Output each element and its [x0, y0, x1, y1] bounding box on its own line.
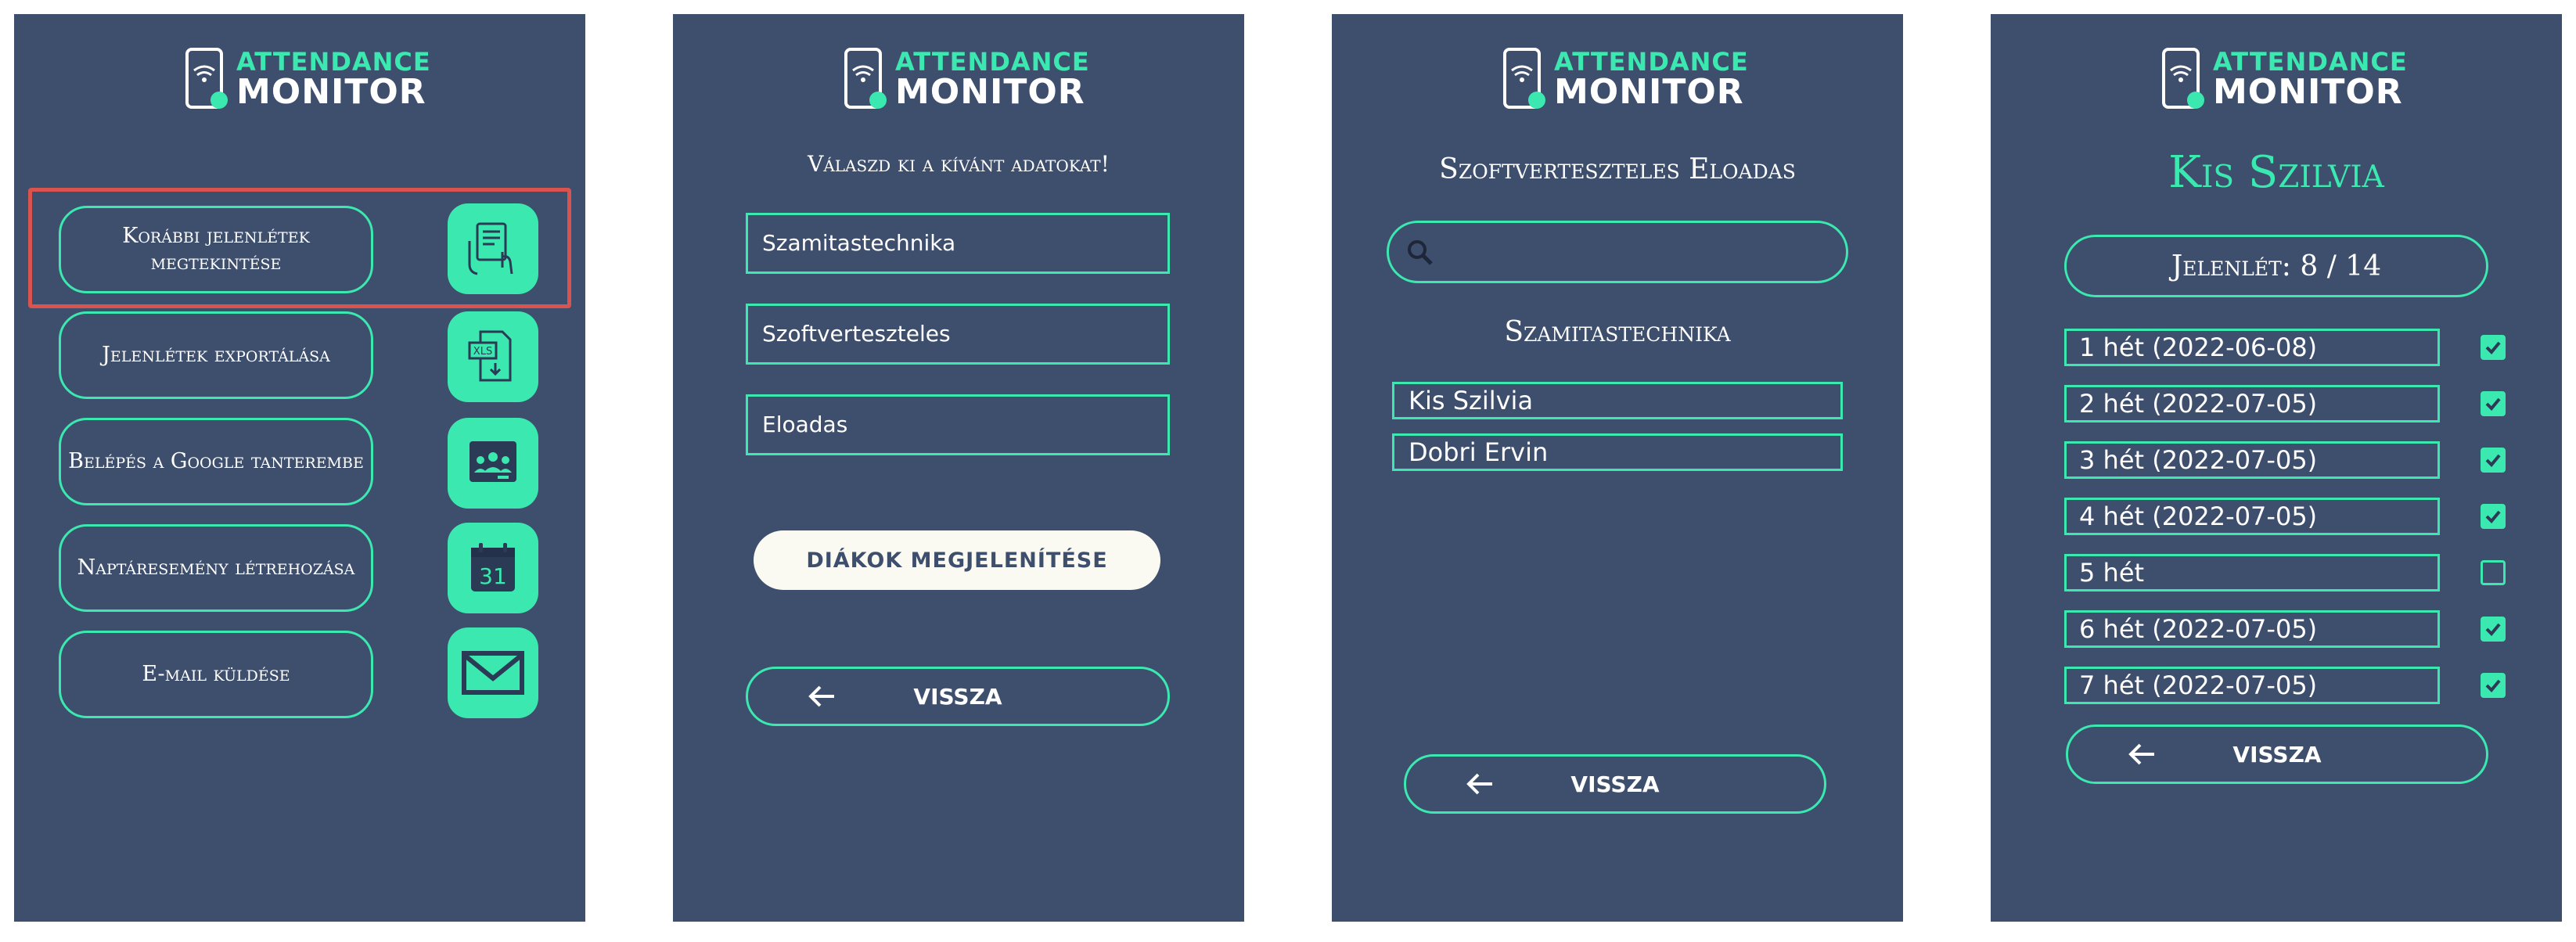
envelope-icon[interactable] [448, 627, 538, 718]
attendance-checkbox[interactable] [2481, 617, 2506, 642]
send-email-button[interactable]: E-mail küldése [59, 631, 373, 718]
app-logo: ATTENDANCE MONITOR [1332, 30, 1903, 112]
export-attendance-button[interactable]: Jelenlétek exportálása [59, 311, 373, 399]
logo-line-2: MONITOR [2213, 72, 2403, 112]
week-label: 2 hét (2022-07-05) [2064, 385, 2440, 422]
attendance-row: 7 hét (2022-07-05) [2064, 667, 2526, 704]
calendar-icon[interactable]: 31 [448, 523, 538, 613]
view-past-attendance-button[interactable]: Korábbi jelenlétek megtekintése [59, 206, 373, 293]
search-input[interactable] [1387, 221, 1848, 283]
arrow-left-icon [808, 685, 834, 707]
back-button[interactable]: VISSZA [746, 667, 1170, 726]
check-icon [2485, 341, 2501, 354]
course-title: Szoftverteszteles Eloadas [1439, 153, 1796, 185]
app-logo: ATTENDANCE MONITOR [14, 30, 585, 112]
attendance-row: 1 hét (2022-06-08) [2064, 329, 2526, 366]
back-button[interactable]: VISSZA [1404, 754, 1826, 814]
google-classroom-icon[interactable] [448, 418, 538, 509]
back-label: VISSZA [913, 683, 1002, 710]
check-icon [2485, 623, 2501, 636]
week-label: 5 hét [2064, 554, 2440, 591]
student-item[interactable]: Dobri Ervin [1392, 433, 1843, 471]
svg-text:31: 31 [479, 563, 507, 589]
logo-line-2: MONITOR [1554, 72, 1744, 112]
google-classroom-button[interactable]: Belépés a Google tanterembe [59, 418, 373, 505]
logo-line-2: MONITOR [895, 72, 1085, 112]
app-logo: ATTENDANCE MONITOR [1991, 30, 2562, 112]
attendance-checkbox[interactable] [2481, 335, 2506, 360]
phone-wifi-icon [1503, 48, 1545, 109]
back-label: VISSZA [2232, 741, 2322, 768]
phone-wifi-icon [844, 48, 887, 109]
student-name: Kis Szilvia [2168, 147, 2384, 198]
group-title: Szamitastechnika [1504, 316, 1731, 348]
arrow-left-icon [1466, 773, 1492, 795]
class-type-field[interactable]: Eloadas [746, 394, 1170, 455]
selection-prompt: Válaszd ki a kívánt adatokat! [808, 151, 1110, 177]
attendance-checkbox[interactable] [2481, 391, 2506, 416]
student-detail-screen: ATTENDANCE MONITOR Kis Szilvia Jelenlét:… [1991, 14, 2562, 922]
touch-document-icon[interactable] [448, 203, 538, 294]
logo-line-2: MONITOR [236, 72, 426, 112]
back-label: VISSZA [1570, 771, 1660, 797]
week-label: 1 hét (2022-06-08) [2064, 329, 2440, 366]
attendance-list[interactable]: 1 hét (2022-06-08) 2 hét (2022-07-05) 3 … [2064, 329, 2526, 704]
phone-wifi-icon [185, 48, 228, 109]
create-calendar-event-button[interactable]: Naptáresemény létrehozása [59, 524, 373, 612]
check-icon [2485, 510, 2501, 523]
back-button[interactable]: VISSZA [2066, 724, 2488, 784]
check-icon [2485, 454, 2501, 467]
attendance-checkbox[interactable] [2481, 560, 2506, 585]
attendance-row: 3 hét (2022-07-05) [2064, 441, 2526, 479]
attendance-checkbox[interactable] [2481, 504, 2506, 529]
attendance-row: 6 hét (2022-07-05) [2064, 610, 2526, 648]
arrow-left-icon [2128, 743, 2154, 765]
attendance-checkbox[interactable] [2481, 448, 2506, 473]
check-icon [2485, 679, 2501, 692]
attendance-checkbox[interactable] [2481, 673, 2506, 698]
week-label: 4 hét (2022-07-05) [2064, 498, 2440, 535]
check-icon [2485, 397, 2501, 411]
subject-field[interactable]: Szamitastechnika [746, 213, 1170, 274]
week-label: 7 hét (2022-07-05) [2064, 667, 2440, 704]
search-icon [1408, 240, 1433, 265]
course-field[interactable]: Szoftverteszteles [746, 304, 1170, 365]
attendance-count: Jelenlét: 8 / 14 [2064, 235, 2488, 297]
phone-wifi-icon [2162, 48, 2204, 109]
app-logo: ATTENDANCE MONITOR [673, 30, 1244, 112]
attendance-row: 2 hét (2022-07-05) [2064, 385, 2526, 422]
svg-text:XLS: XLS [473, 346, 492, 358]
week-label: 6 hét (2022-07-05) [2064, 610, 2440, 648]
main-menu-screen: ATTENDANCE MONITOR Korábbi jelenlétek me… [14, 14, 585, 922]
attendance-row: 4 hét (2022-07-05) [2064, 498, 2526, 535]
attendance-row: 5 hét [2064, 554, 2526, 591]
selection-screen: ATTENDANCE MONITOR Válaszd ki a kívánt a… [673, 14, 1244, 922]
week-label: 3 hét (2022-07-05) [2064, 441, 2440, 479]
show-students-button[interactable]: DIÁKOK MEGJELENÍTÉSE [754, 530, 1160, 590]
student-list-screen: ATTENDANCE MONITOR Szoftverteszteles Elo… [1332, 14, 1903, 922]
xls-file-icon[interactable]: XLS [448, 311, 538, 402]
student-item[interactable]: Kis Szilvia [1392, 382, 1843, 419]
